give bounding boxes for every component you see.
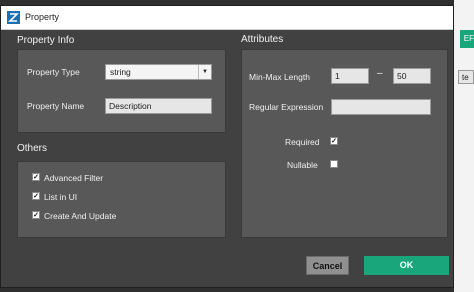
nullable-checkbox[interactable]	[330, 160, 338, 168]
ok-button[interactable]: OK	[364, 256, 449, 275]
nullable-label: Nullable	[287, 160, 318, 170]
regular-expression-label: Regular Expression	[249, 102, 324, 112]
list-in-ui-label: List in UI	[44, 192, 78, 202]
create-and-update-label: Create And Update	[44, 211, 117, 221]
window-title: Property	[25, 12, 60, 22]
property-name-label: Property Name	[27, 101, 85, 111]
range-separator: –	[377, 68, 383, 79]
advanced-filter-checkbox[interactable]: ✓	[32, 173, 40, 181]
property-type-select[interactable]: string ▼	[105, 64, 212, 80]
background-partial-chip: te	[458, 70, 474, 84]
cancel-button[interactable]: Cancel	[306, 256, 349, 275]
app-logo-icon	[7, 11, 20, 24]
background-partial-button: EF	[460, 30, 474, 48]
max-length-input[interactable]: 50	[393, 68, 431, 84]
title-bar: Property	[1, 6, 453, 30]
property-name-input[interactable]: Description	[105, 98, 212, 114]
regular-expression-input[interactable]	[331, 99, 431, 115]
property-dialog: Property Property Info Property Type str…	[0, 5, 454, 288]
property-info-header: Property Info	[17, 35, 75, 46]
property-info-panel	[17, 49, 226, 133]
min-max-length-label: Min-Max Length	[249, 72, 310, 82]
create-and-update-checkbox[interactable]: ✓	[32, 211, 40, 219]
others-header: Others	[17, 143, 48, 154]
min-length-input[interactable]: 1	[331, 68, 369, 84]
chevron-down-icon[interactable]: ▼	[198, 65, 211, 79]
required-checkbox[interactable]: ✓	[330, 137, 338, 145]
required-label: Required	[285, 137, 320, 147]
property-type-value: string	[110, 67, 131, 77]
property-type-label: Property Type	[27, 67, 80, 77]
list-in-ui-checkbox[interactable]: ✓	[32, 192, 40, 200]
attributes-header: Attributes	[241, 34, 284, 45]
advanced-filter-label: Advanced Filter	[44, 173, 104, 183]
